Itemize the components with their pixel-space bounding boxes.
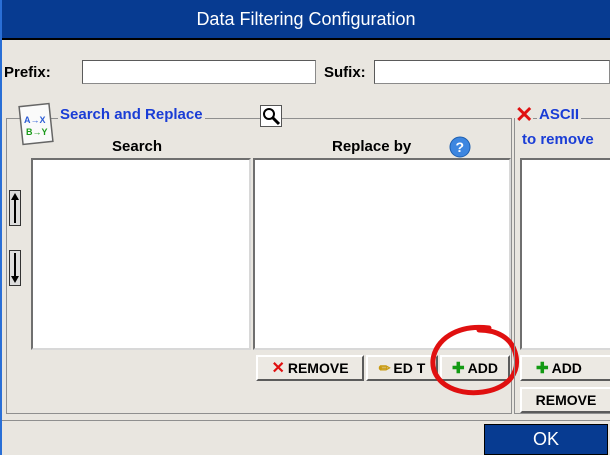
search-replace-title: Search and Replace (58, 106, 205, 123)
search-listbox[interactable] (31, 158, 251, 350)
move-down-button[interactable] (9, 250, 21, 286)
svg-text:B→Y: B→Y (26, 127, 48, 137)
ascii-add-button[interactable]: ✚ ADD (520, 355, 610, 381)
ascii-remove-button[interactable]: REMOVE (520, 387, 610, 413)
svg-text:A→X: A→X (24, 115, 46, 125)
up-arrow-icon (11, 193, 19, 223)
ok-button[interactable]: OK (484, 424, 608, 455)
ascii-plus-icon: ✚ (536, 360, 549, 377)
window-title: Data Filtering Configuration (196, 9, 416, 29)
pencil-icon: ✏ (378, 359, 391, 376)
replace-icon: A→X B→Y (18, 101, 56, 147)
svg-text:?: ? (456, 139, 465, 155)
ascii-add-label: ADD (551, 360, 582, 376)
ascii-remove-label: REMOVE (535, 392, 597, 408)
dialog-window: Data Filtering Configuration Prefix: Suf… (0, 0, 610, 455)
ascii-title: ASCII (537, 106, 582, 123)
prefix-label: Prefix: (4, 64, 51, 81)
help-icon[interactable]: ? (449, 136, 471, 158)
search-magnifier-icon[interactable] (260, 105, 282, 127)
replace-column-header: Replace by (332, 138, 412, 155)
ascii-red-x-icon: ✕ (515, 102, 534, 127)
edit-button-label: ED T (393, 360, 426, 376)
red-x-icon: ✕ (271, 360, 285, 377)
remove-button-label: REMOVE (287, 360, 349, 376)
move-up-button[interactable] (9, 190, 21, 226)
annotation-circle (430, 324, 519, 396)
ascii-subtitle: to remove (522, 131, 594, 148)
ok-button-label: OK (532, 429, 559, 449)
remove-button[interactable]: ✕ REMOVE (256, 355, 364, 381)
title-bar: Data Filtering Configuration (2, 0, 610, 40)
sufix-label: Sufix: (324, 64, 366, 81)
sufix-input[interactable] (374, 60, 610, 84)
prefix-input[interactable] (82, 60, 316, 84)
down-arrow-icon (11, 253, 19, 283)
search-column-header: Search (112, 138, 163, 155)
ascii-listbox[interactable] (520, 158, 610, 350)
